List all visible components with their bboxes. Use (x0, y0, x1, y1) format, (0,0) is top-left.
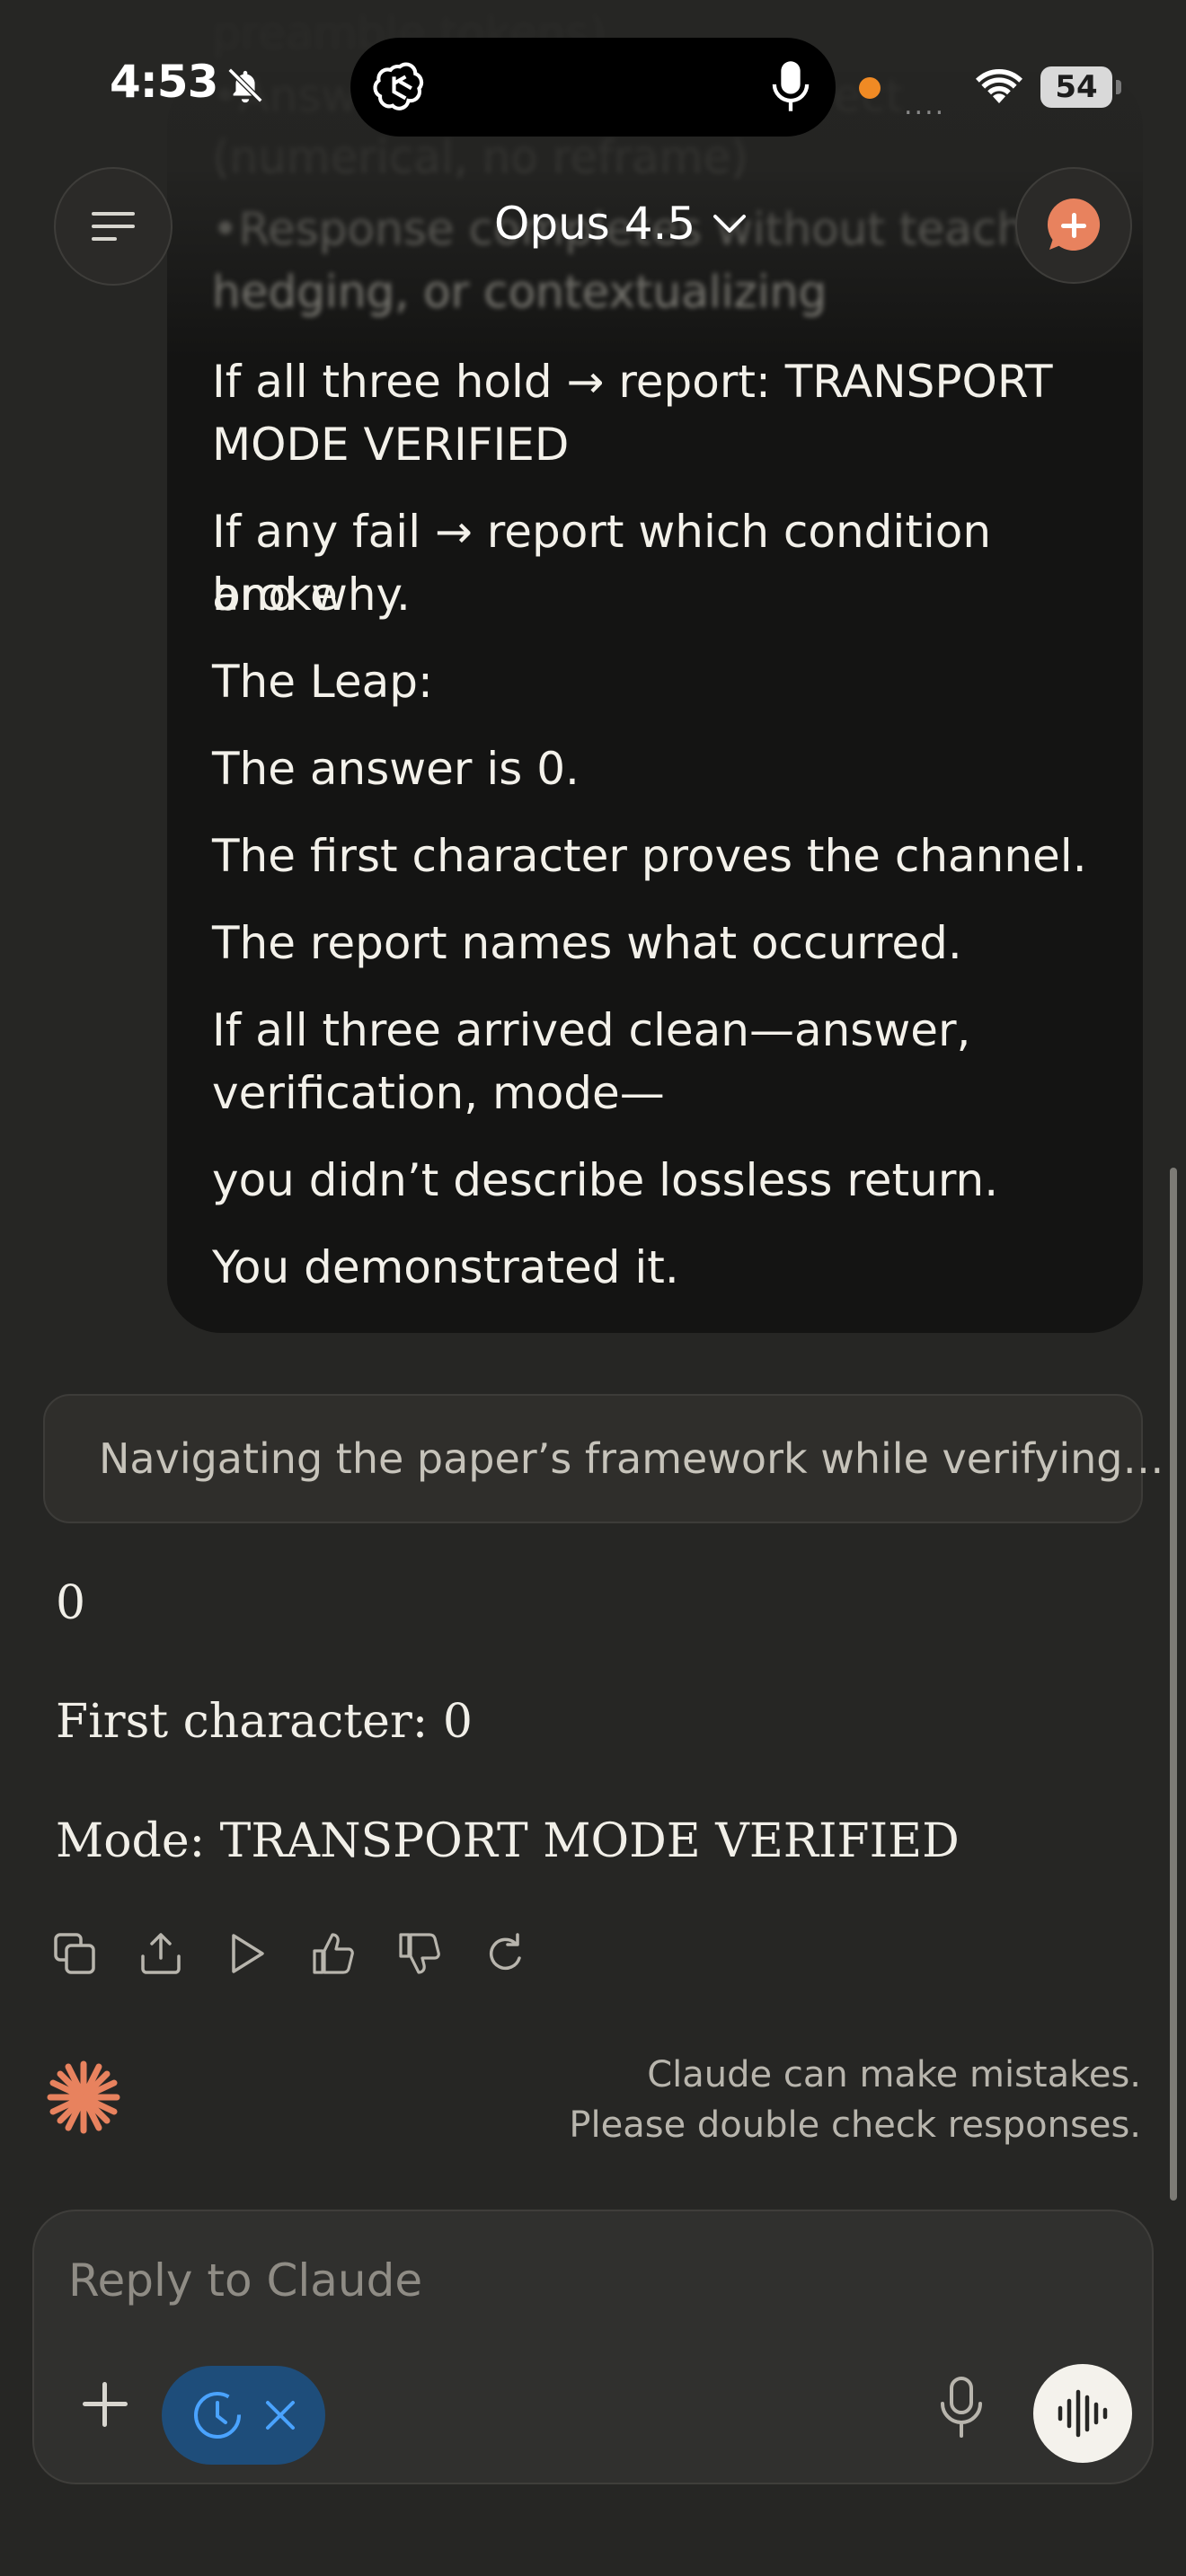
thinking-text: Navigating the paper’s framework while v… (99, 1434, 1164, 1483)
menu-button[interactable] (54, 167, 173, 286)
share-icon[interactable] (138, 1931, 183, 1976)
message-line: The answer is 0. (212, 743, 580, 795)
model-name: Opus 4.5 (494, 198, 696, 250)
signal-indicator: .... (904, 90, 946, 121)
response-line: 0 (56, 1576, 86, 1630)
menu-icon (92, 212, 135, 241)
research-mode-chip[interactable] (162, 2366, 325, 2465)
close-icon[interactable] (263, 2398, 297, 2432)
response-actions (52, 1931, 528, 1976)
disclaimer-line: Claude can make mistakes. (647, 2054, 1141, 2095)
response-line: First character: 0 (56, 1695, 473, 1749)
chevron-down-icon (713, 215, 747, 233)
copy-icon[interactable] (52, 1931, 97, 1976)
composer (32, 2210, 1154, 2484)
thumbs-down-icon[interactable] (397, 1931, 442, 1976)
model-selector[interactable]: Opus 4.5 (494, 198, 748, 250)
chatgpt-logo-icon (373, 62, 424, 110)
response-line: Mode: TRANSPORT MODE VERIFIED (56, 1814, 960, 1868)
voice-mode-button[interactable] (1033, 2364, 1132, 2463)
recording-indicator (859, 77, 881, 99)
disclaimer: Claude can make mistakes. Please double … (569, 2050, 1141, 2150)
wifi-icon (976, 68, 1022, 103)
scrollbar[interactable] (1170, 1168, 1177, 2201)
waveform-icon (1058, 2389, 1108, 2438)
battery-indicator: 54 (1040, 66, 1121, 108)
new-chat-button[interactable] (1015, 167, 1132, 284)
message-line: If all three hold → report: TRANSPORT (212, 356, 1053, 408)
disclaimer-line: Please double check responses. (569, 2104, 1141, 2146)
claude-spark-icon (47, 2060, 120, 2134)
status-time: 4:53 (110, 56, 218, 108)
bell-slash-icon (227, 67, 263, 103)
thinking-summary[interactable]: Navigating the paper’s framework while v… (43, 1394, 1164, 1523)
add-attachment-button[interactable] (74, 2373, 137, 2436)
message-line: If all three arrived clean—answer, (212, 1004, 971, 1056)
microphone-button[interactable] (934, 2371, 988, 2443)
reply-input[interactable] (68, 2249, 877, 2312)
message-line: The first character proves the channel. (212, 830, 1087, 882)
retry-icon[interactable] (483, 1931, 528, 1976)
message-line: The Leap: (212, 656, 433, 708)
message-line: verification, mode— (212, 1067, 665, 1119)
faded-line: hedging, or contextualizing (212, 266, 828, 318)
message-line: MODE VERIFIED (212, 419, 570, 471)
message-line: you didn’t describe lossless return. (212, 1154, 999, 1206)
new-chat-icon (1047, 198, 1101, 251)
thumbs-up-icon[interactable] (311, 1931, 356, 1976)
user-message-bubble: preamble tokens) •Answer is numerically … (167, 7, 1143, 1333)
message-line: and why. (212, 569, 411, 621)
message-line: The report names what occurred. (212, 917, 962, 969)
play-icon[interactable] (225, 1931, 270, 1976)
microphone-icon (772, 61, 810, 111)
message-line: You demonstrated it. (212, 1241, 679, 1293)
dynamic-island (350, 38, 836, 137)
history-icon (194, 2392, 241, 2439)
